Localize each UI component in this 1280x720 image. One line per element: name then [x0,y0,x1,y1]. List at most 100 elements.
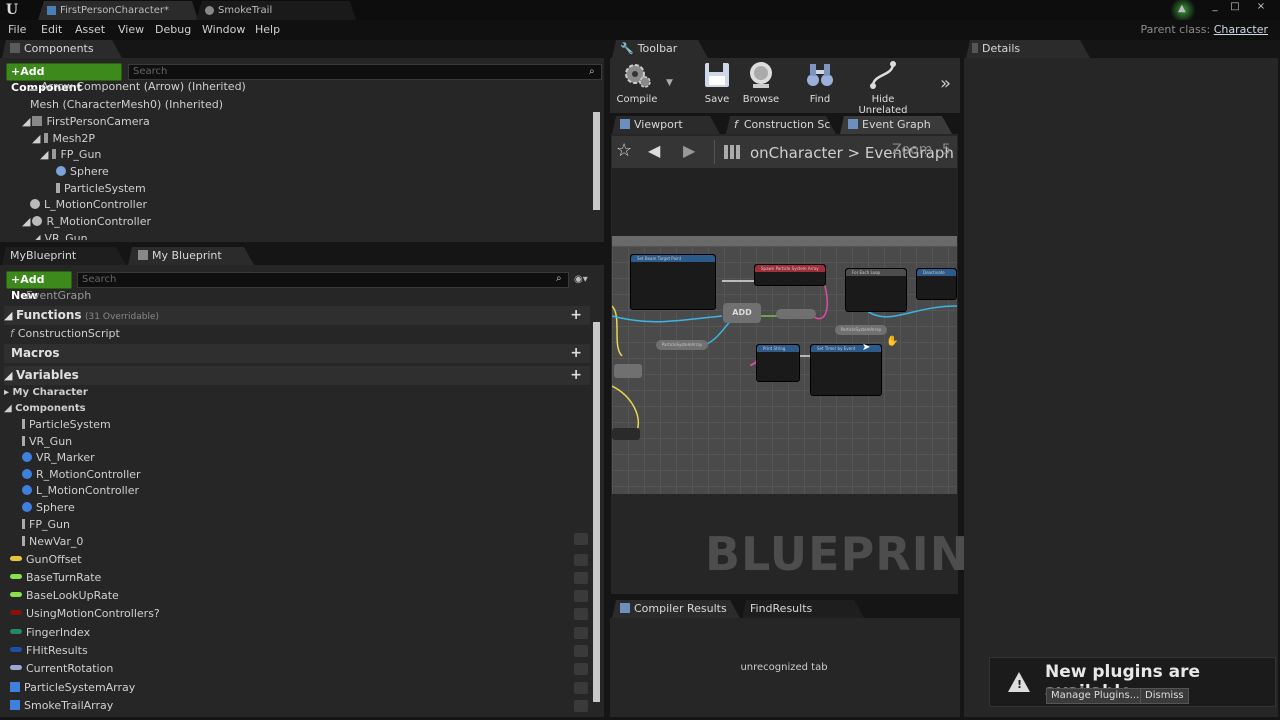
visibility-eye-icon[interactable] [574,645,588,657]
variable-row[interactable]: UsingMotionControllers? [10,605,590,623]
favorite-star-icon[interactable]: ☆ [616,140,632,161]
menu-window[interactable]: Window [202,20,245,40]
var-component[interactable]: NewVar_0 [22,533,588,550]
var-component[interactable]: R_MotionController [22,466,141,483]
node-add[interactable]: ADD [723,303,761,323]
functions-section[interactable]: ◢ Functions (31 Overridable) + [4,306,590,325]
add-component-button[interactable]: +Add Component [6,63,122,94]
variable-row[interactable]: BaseLookUpRate [10,587,590,605]
node-spawn-particle[interactable]: Spawn Particle System Array [754,264,826,286]
var-node[interactable]: ParticleSystemArray [835,325,887,335]
variable-row[interactable]: GunOffset [10,551,590,569]
breadcrumb-item[interactable]: onCharacter [750,144,843,162]
dismiss-button[interactable]: Dismiss [1140,688,1189,704]
tree-item[interactable]: Arrow Component (Arrow) (Inherited) [30,80,246,94]
tree-item[interactable]: ◢ R_MotionController [22,213,151,230]
compile-button[interactable]: Compile [612,60,662,105]
doc-tab-firstpersoncharacter[interactable]: FirstPersonCharacter* [38,1,198,20]
tab-find-results[interactable]: FindResults [742,600,864,618]
visibility-eye-icon[interactable] [574,663,588,675]
tab-viewport[interactable]: Viewport [612,116,720,134]
myblueprint-search-input[interactable]: Search [77,272,569,288]
menu-edit[interactable]: Edit [41,20,62,40]
visibility-eye-icon[interactable] [574,572,588,584]
menu-file[interactable]: File [8,20,26,40]
var-component[interactable]: VR_Marker [22,449,95,466]
toolbar-more-button[interactable]: » [940,73,951,94]
node-reroute[interactable] [776,309,816,319]
save-button[interactable]: Save [692,60,742,105]
macros-section[interactable]: Macros + [4,344,590,363]
construction-script-item[interactable]: f ConstructionScript [10,325,120,342]
visibility-eye-icon[interactable] [574,627,588,639]
variable-row[interactable]: BaseTurnRate [10,569,590,587]
toolbar-tab[interactable]: 🔧 Toolbar [612,40,708,58]
eye-icon[interactable]: ◉▾ [574,274,588,285]
tab-myblueprint-2[interactable]: My Blueprint [128,247,254,265]
parent-class-link[interactable]: Character [1214,23,1268,36]
event-graph-item[interactable]: EventGraph [26,291,91,300]
graph-node-partial[interactable] [614,364,642,378]
details-tab[interactable]: Details [966,40,1090,58]
var-component[interactable]: VR_Gun [22,433,72,450]
variable-row[interactable]: CurrentRotation [10,660,590,678]
tree-item[interactable]: L_MotionController [30,196,147,213]
menu-help[interactable]: Help [255,20,280,40]
variable-row[interactable]: FingerIndex [10,624,590,642]
add-new-button[interactable]: +Add New [6,271,72,302]
tree-item[interactable]: ParticleSystem [56,180,146,197]
variable-row[interactable]: ParticleSystemArray [10,679,590,697]
visibility-eye-icon[interactable] [574,700,588,712]
var-node[interactable]: ParticleSystemArray [656,340,708,350]
components-category[interactable]: ◢ Components [4,400,86,417]
tree-item[interactable]: ◢ FirstPersonCamera [22,113,150,130]
var-component[interactable]: L_MotionController [22,482,139,499]
components-scrollbar[interactable] [593,112,600,210]
visibility-eye-icon[interactable] [574,533,588,545]
visibility-eye-icon[interactable] [574,554,588,566]
visibility-eye-icon[interactable] [574,608,588,620]
tab-compiler-results[interactable]: Compiler Results [612,600,740,618]
hide-unrelated-button[interactable]: Hide Unrelated [846,60,920,116]
visibility-eye-icon[interactable] [574,682,588,694]
menu-asset[interactable]: Asset [75,20,105,40]
browse-button[interactable]: Browse [736,60,786,105]
var-component[interactable]: Sphere [22,499,75,516]
node-print-string[interactable]: Print String [756,344,800,382]
visibility-eye-icon[interactable] [574,590,588,602]
node-set-beam-target[interactable]: Set Beam Target Point [630,254,716,310]
var-component[interactable]: FP_Gun [22,516,70,533]
menu-view[interactable]: View [118,20,144,40]
maximize-button[interactable]: □ [1224,0,1246,14]
forward-arrow-icon[interactable]: ▶ [683,141,695,160]
tab-myblueprint-1[interactable]: MyBlueprint [2,247,126,265]
tree-item[interactable]: Sphere [56,163,109,180]
node-deactivate[interactable]: Deactivate [916,268,957,300]
tab-construction-script[interactable]: f Construction Sc [726,116,836,134]
node-for-each-loop[interactable]: For Each Loop [845,268,907,312]
tree-item[interactable]: ◢ FP_Gun [40,146,101,163]
menu-debug[interactable]: Debug [155,20,191,40]
minimize-button[interactable]: _ [1204,0,1226,14]
var-component[interactable]: ParticleSystem [22,416,111,433]
close-button[interactable]: × [1250,0,1272,14]
graph-node-partial[interactable] [612,428,640,440]
add-function-icon[interactable]: + [570,306,582,325]
node-set-timer-by-event[interactable]: Set Timer by Event [810,344,882,396]
my-character-category[interactable]: ▸ My Character [4,384,88,401]
tab-event-graph[interactable]: Event Graph [840,116,952,134]
compile-dropdown-icon[interactable]: ▼ [666,78,673,88]
tree-item[interactable]: ◢ VR_Gun [32,230,88,240]
unreal-logo-icon[interactable]: U [4,2,20,18]
components-tab[interactable]: Components [2,40,122,58]
components-search-input[interactable]: Search [128,64,602,80]
variable-row[interactable]: SmokeTrailArray [10,697,590,715]
back-arrow-icon[interactable]: ◀ [648,141,660,160]
tree-item[interactable]: Mesh (CharacterMesh0) (Inherited) [30,96,223,113]
add-macro-icon[interactable]: + [570,344,582,363]
myblueprint-scrollbar[interactable] [593,322,600,702]
add-variable-icon[interactable]: + [570,366,582,385]
variable-row[interactable]: FHitResults [10,642,590,660]
find-button[interactable]: Find [795,60,845,105]
doc-tab-smoketrail[interactable]: SmokeTrail [196,1,356,20]
